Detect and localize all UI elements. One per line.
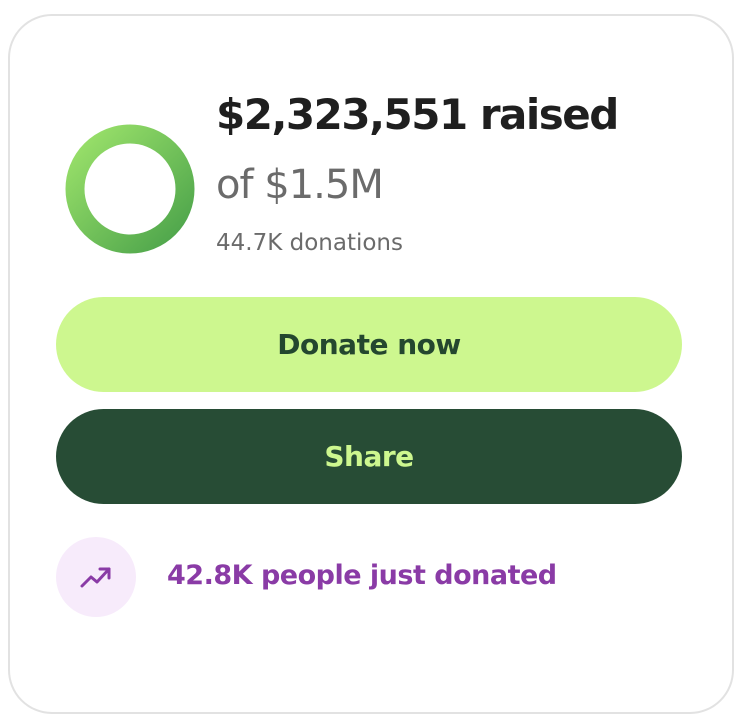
donation-count: 44.7K donations (216, 230, 403, 256)
progress-ring-arc (65, 124, 195, 254)
trending-up-icon (80, 567, 111, 588)
donate-now-button[interactable]: Donate now (56, 297, 682, 392)
progress-ring (65, 124, 195, 254)
trending-badge (56, 537, 136, 617)
goal-amount: of $1.5M (216, 162, 384, 208)
amount-raised: $2,323,551 raised (216, 90, 619, 139)
share-button[interactable]: Share (56, 409, 682, 504)
recent-donors-text: 42.8K people just donated (167, 560, 557, 591)
